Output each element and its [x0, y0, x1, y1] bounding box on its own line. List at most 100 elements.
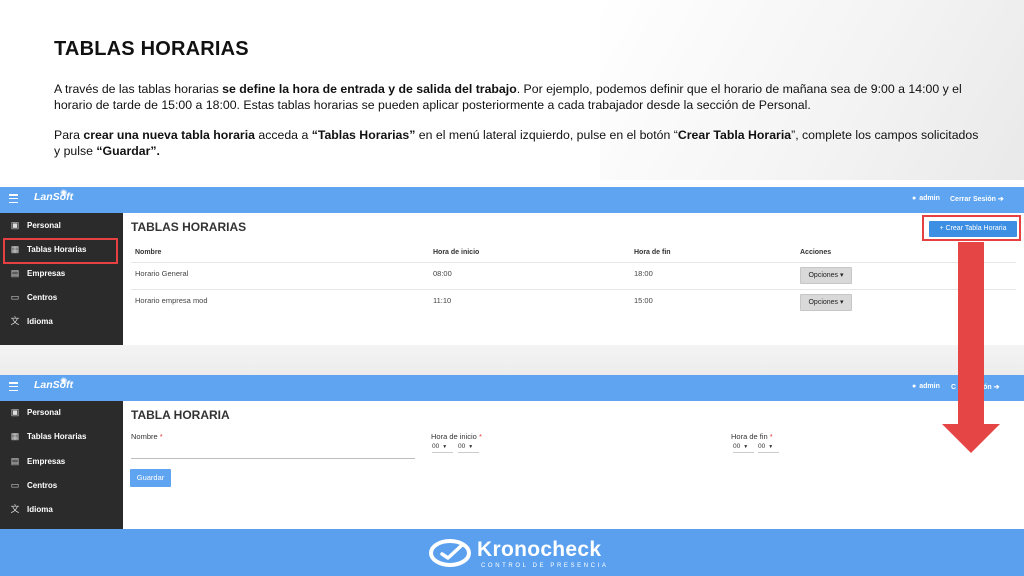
name-field-label: Nombre * [131, 432, 163, 441]
required-mark: * [159, 432, 163, 441]
row-divider [131, 289, 1016, 290]
user-icon: ● [912, 383, 917, 390]
header-divider [131, 262, 1016, 263]
start-field-label: Hora de inicio * [431, 432, 482, 441]
instr-text-3: en el menú lateral izquierdo, pulse en e… [415, 128, 678, 142]
sidebar-item-label: Tablas Horarias [27, 432, 87, 441]
kronocheck-logo-icon [429, 539, 471, 567]
end-minute-select[interactable]: 00 ▼ [758, 443, 780, 453]
row-2-end: 15:00 [634, 296, 653, 305]
user-icon: ● [912, 195, 917, 202]
calendar-icon: ▦ [10, 431, 20, 441]
user-menu[interactable]: ● admin [912, 195, 940, 202]
sidebar-item-empresas[interactable]: ▤ Empresas [0, 451, 123, 473]
page-title: TABLAS HORARIAS [131, 220, 247, 234]
highlight-sidebar-tablas [3, 238, 118, 264]
name-field[interactable] [131, 458, 415, 459]
caret-down-icon: ▼ [743, 444, 749, 450]
column-header-nombre: Nombre [135, 249, 162, 256]
end-label-text: Hora de fin [731, 432, 768, 441]
logout-label: Cerrar Sesión [950, 196, 996, 203]
highlight-create-button [922, 215, 1021, 241]
menu-icon[interactable] [9, 194, 18, 203]
id-card-icon: ▣ [10, 220, 20, 230]
monitor-icon: ▭ [10, 480, 20, 490]
logout-icon: ➔ [997, 196, 1004, 203]
footer-brand-bar: Kronocheck CONTROL DE PRESENCIA [0, 529, 1024, 576]
menu-icon[interactable] [9, 382, 18, 391]
caret-down-icon: ▼ [442, 444, 448, 450]
sidebar-item-personal[interactable]: ▣ Personal [0, 215, 123, 237]
footer-brand-name: Kronocheck [477, 538, 602, 561]
start-minute-value: 00 [458, 443, 466, 450]
intro-bold: se define la hora de entrada y de salida… [222, 82, 517, 96]
row-1-options-button[interactable]: Opciones ▾ [800, 267, 852, 284]
sidebar-item-label: Empresas [27, 457, 66, 466]
user-name: admin [919, 195, 940, 202]
sidebar-item-personal[interactable]: ▣ Personal [0, 402, 123, 424]
start-hour-value: 00 [432, 443, 440, 450]
logo-spark-icon: ✺ [60, 376, 68, 386]
instr-text-2: acceda a [254, 128, 312, 142]
sidebar-item-centros[interactable]: ▭ Centros [0, 475, 123, 497]
sidebar-item-label: Centros [27, 481, 58, 490]
top-bar: LanSoft ✺ ● admin Cerrar Sesión ➔ [0, 187, 1024, 213]
row-1-start: 08:00 [433, 269, 452, 278]
column-header-acciones: Acciones [800, 249, 832, 256]
instructions-paragraph: Para crear una nueva tabla horaria acced… [54, 127, 979, 159]
logo-spark-icon: ✺ [60, 188, 68, 198]
sidebar-item-label: Personal [27, 221, 61, 230]
instr-bold-4: “Guardar”. [96, 144, 160, 158]
language-icon: 文 [10, 316, 20, 326]
row-2-options-button[interactable]: Opciones ▾ [800, 294, 852, 311]
end-field-label: Hora de fin * [731, 432, 773, 441]
sidebar-item-idioma[interactable]: 文 Idioma [0, 499, 123, 521]
footer-brand-subtitle: CONTROL DE PRESENCIA [481, 563, 609, 569]
name-label-text: Nombre [131, 432, 158, 441]
id-card-icon: ▣ [10, 407, 20, 417]
sidebar-item-label: Centros [27, 293, 58, 302]
monitor-icon: ▭ [10, 292, 20, 302]
sidebar-item-label: Personal [27, 408, 61, 417]
row-2-name: Horario empresa mod [135, 296, 208, 305]
caret-down-icon: ▼ [468, 444, 474, 450]
building-icon: ▤ [10, 456, 20, 466]
sidebar-item-centros[interactable]: ▭ Centros [0, 287, 123, 309]
sidebar-item-label: Idioma [27, 317, 53, 326]
user-menu[interactable]: ● admin [912, 383, 940, 390]
instr-bold-1: crear una nueva tabla horaria [83, 128, 255, 142]
column-header-hora-fin: Hora de fin [634, 249, 671, 256]
background-stripe [0, 344, 1024, 376]
start-label-text: Hora de inicio [431, 432, 477, 441]
intro-text: A través de las tablas horarias [54, 82, 223, 96]
end-hour-value: 00 [733, 443, 741, 450]
sidebar-item-label: Idioma [27, 505, 53, 514]
end-hour-select[interactable]: 00 ▼ [733, 443, 755, 453]
row-1-name: Horario General [135, 269, 189, 278]
row-1-end: 18:00 [634, 269, 653, 278]
start-hour-select[interactable]: 00 ▼ [432, 443, 454, 453]
sidebar-item-tablas-horarias[interactable]: ▦ Tablas Horarias [0, 426, 123, 448]
list-content: TABLAS HORARIAS + Crear Tabla Horaria No… [123, 213, 1024, 345]
instr-bold-2: “Tablas Horarias” [311, 128, 416, 142]
intro-paragraph: A través de las tablas horarias se defin… [54, 81, 979, 113]
red-arrow-down-icon [942, 242, 1000, 453]
sidebar-item-label: Empresas [27, 269, 66, 278]
slide-title: TABLAS HORARIAS [54, 38, 249, 60]
instr-bold-3: Crear Tabla Horaria [677, 128, 792, 142]
save-button[interactable]: Guardar [130, 469, 171, 487]
sidebar-item-empresas[interactable]: ▤ Empresas [0, 263, 123, 285]
page-title: TABLA HORARIA [131, 408, 230, 422]
instr-text-1: Para [54, 128, 84, 142]
start-minute-select[interactable]: 00 ▼ [458, 443, 480, 453]
caret-down-icon: ▼ [768, 444, 774, 450]
required-mark: * [769, 432, 773, 441]
sidebar-item-idioma[interactable]: 文 Idioma [0, 311, 123, 333]
required-mark: * [478, 432, 482, 441]
column-header-hora-inicio: Hora de inicio [433, 249, 480, 256]
list-screenshot: LanSoft ✺ ● admin Cerrar Sesión ➔ ▣ Person… [0, 187, 1024, 345]
top-bar: LanSoft ✺ ● admin Cón ➔ [0, 375, 1024, 401]
row-2-start: 11:10 [433, 296, 452, 305]
logout-link[interactable]: Cerrar Sesión ➔ [950, 195, 1004, 203]
language-icon: 文 [10, 504, 20, 514]
